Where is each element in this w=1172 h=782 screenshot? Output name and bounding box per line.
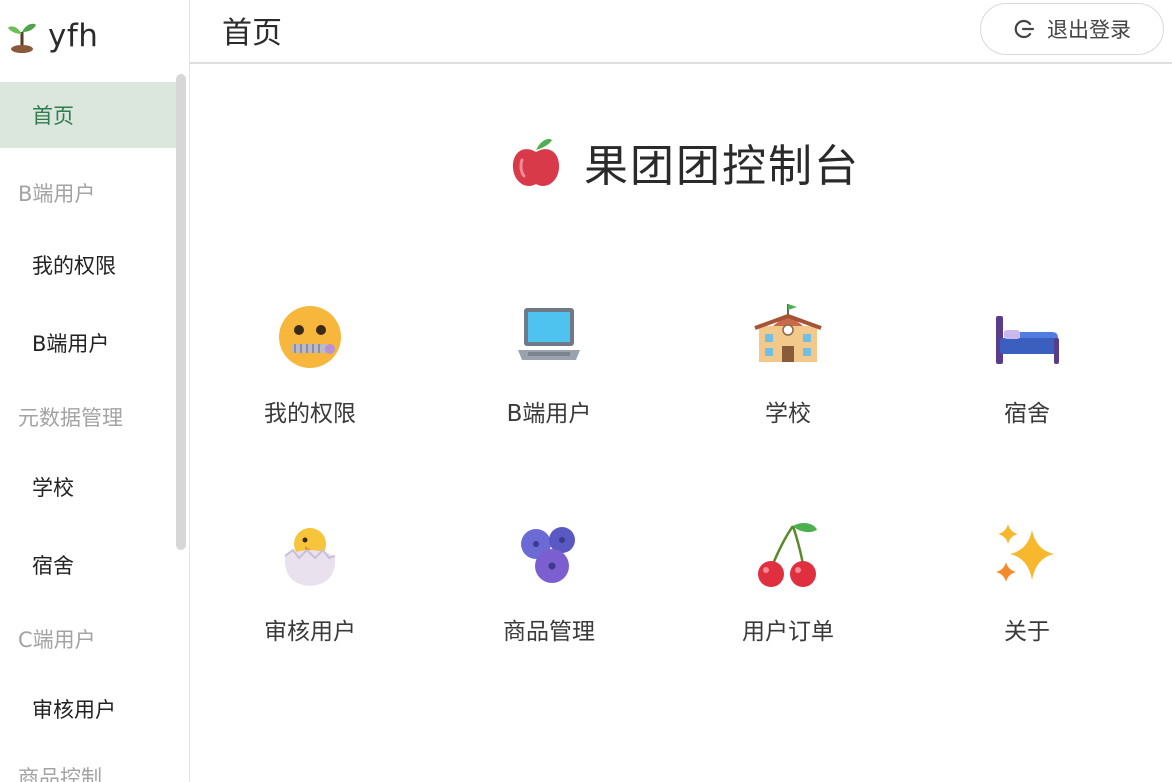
tile-label: 关于 (1004, 619, 1050, 645)
sidebar-item-dormitory[interactable]: 宿舍 (0, 532, 182, 598)
tile-label: B端用户 (506, 401, 592, 427)
sidebar-group-c-users: C端用户 (18, 628, 96, 652)
sidebar-item-label: B端用户 (32, 332, 110, 356)
tile-user-orders[interactable]: 用户订单 (688, 520, 888, 690)
tile-label: 我的权限 (264, 401, 356, 427)
tile-label: 用户订单 (742, 619, 834, 645)
logout-button[interactable]: 退出登录 (980, 3, 1164, 55)
sidebar-group-goods-control: 商品控制 (18, 766, 102, 782)
tile-label: 学校 (765, 401, 811, 427)
tile-label: 审核用户 (264, 619, 356, 645)
sidebar-item-label: 审核用户 (32, 698, 116, 722)
tile-dormitory[interactable]: 宿舍 (927, 302, 1127, 472)
sidebar-item-label: 宿舍 (32, 554, 74, 578)
sidebar-group-metadata: 元数据管理 (18, 406, 123, 430)
console-title: 果团团控制台 (584, 141, 860, 192)
sidebar-item-home[interactable]: 首页 (0, 82, 186, 148)
sidebar-item-b-users[interactable]: B端用户 (0, 310, 182, 376)
sidebar-item-my-permissions[interactable]: 我的权限 (0, 232, 182, 298)
zipper-mouth-face-icon (279, 306, 341, 368)
laptop-icon (518, 308, 580, 360)
logout-icon (1014, 19, 1035, 39)
sidebar-item-label: 我的权限 (32, 254, 116, 278)
sidebar-item-school[interactable]: 学校 (0, 454, 182, 520)
page-title: 首页 (222, 16, 282, 51)
cherries-icon (758, 523, 817, 587)
tile-school[interactable]: 学校 (688, 302, 888, 472)
logout-label: 退出登录 (1047, 18, 1131, 42)
blueberries-icon (521, 527, 575, 583)
sidebar-group-b-users: B端用户 (18, 182, 96, 206)
tile-label: 宿舍 (1004, 401, 1050, 427)
tile-review-users[interactable]: 审核用户 (210, 520, 410, 690)
tile-my-permissions[interactable]: 我的权限 (210, 302, 410, 472)
apple-icon (512, 139, 560, 187)
sidebar-item-label: 首页 (32, 104, 74, 128)
sidebar: yfh 首页 B端用户 我的权限 B端用户 元数据管理 学校 宿舍 C端用户 审… (0, 0, 190, 782)
hatching-chick-icon (284, 528, 336, 586)
console-brand: 果团团控制台 (510, 130, 860, 194)
bed-icon (996, 316, 1059, 364)
sidebar-scrollbar[interactable] (176, 74, 186, 550)
sidebar-item-label: 学校 (32, 476, 74, 500)
top-header: 首页 退出登录 (190, 0, 1172, 64)
app-logo[interactable]: yfh (0, 0, 189, 72)
sidebar-item-review-users[interactable]: 审核用户 (0, 676, 182, 742)
sparkles-icon (996, 524, 1054, 582)
school-icon (754, 304, 822, 362)
app-name: yfh (48, 18, 99, 54)
tile-about[interactable]: 关于 (927, 520, 1127, 690)
seedling-icon (8, 23, 36, 53)
main-content: 果团团控制台 我的权限 B端用户 学校 宿舍 审核用户 商品管理 用户订单 关于 (190, 66, 1172, 782)
tile-b-users[interactable]: B端用户 (449, 302, 649, 472)
tile-goods-management[interactable]: 商品管理 (449, 520, 649, 690)
tile-label: 商品管理 (503, 619, 595, 645)
